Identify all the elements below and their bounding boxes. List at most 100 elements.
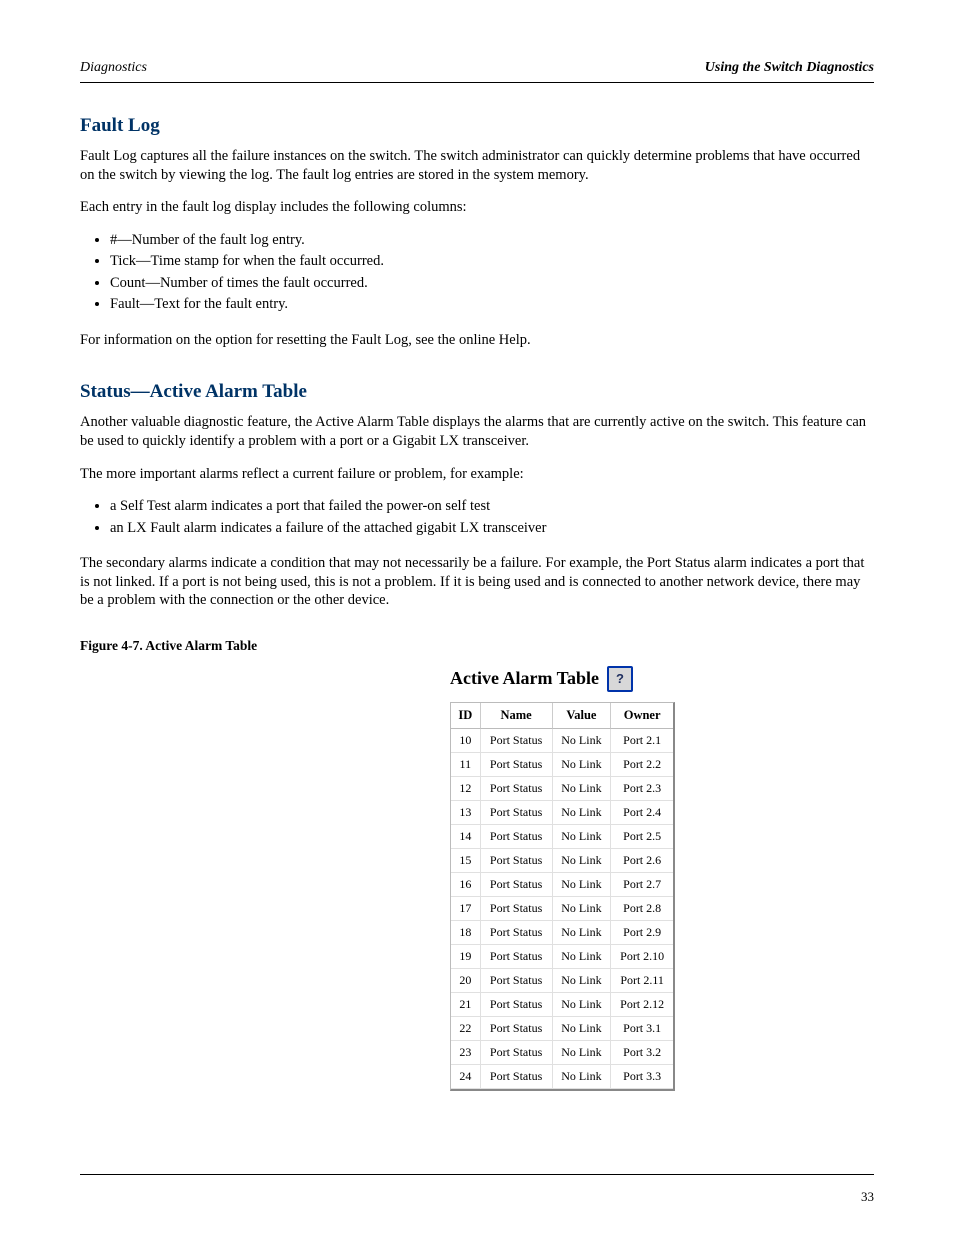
cell-owner: Port 3.2	[611, 1041, 673, 1065]
heading-fault-log: Fault Log	[80, 115, 874, 137]
cell-owner: Port 2.2	[611, 753, 673, 777]
divider-top	[80, 82, 874, 83]
cell-value: No Link	[553, 825, 612, 849]
cell-id: 20	[451, 969, 481, 993]
cell-owner: Port 2.4	[611, 801, 673, 825]
cell-id: 13	[451, 801, 481, 825]
table-row: 14Port StatusNo LinkPort 2.5	[451, 825, 673, 849]
cell-id: 22	[451, 1017, 481, 1041]
cell-value: No Link	[553, 1065, 612, 1089]
cell-name: Port Status	[481, 945, 553, 969]
heading-status-alarm: Status—Active Alarm Table	[80, 381, 874, 403]
cell-value: No Link	[553, 873, 612, 897]
cell-name: Port Status	[481, 921, 553, 945]
cell-name: Port Status	[481, 993, 553, 1017]
cell-owner: Port 2.11	[611, 969, 673, 993]
cell-value: No Link	[553, 1041, 612, 1065]
cell-owner: Port 3.3	[611, 1065, 673, 1089]
cell-value: No Link	[553, 945, 612, 969]
cell-name: Port Status	[481, 753, 553, 777]
cell-value: No Link	[553, 753, 612, 777]
list-item: #—Number of the fault log entry.	[110, 231, 874, 251]
cell-owner: Port 2.5	[611, 825, 673, 849]
fault-log-p2: Each entry in the fault log display incl…	[80, 198, 874, 217]
table-row: 13Port StatusNo LinkPort 2.4	[451, 801, 673, 825]
help-icon[interactable]: ?	[607, 666, 633, 692]
table-row: 12Port StatusNo LinkPort 2.3	[451, 777, 673, 801]
cell-name: Port Status	[481, 801, 553, 825]
header-left: Diagnostics	[80, 60, 147, 76]
cell-value: No Link	[553, 1017, 612, 1041]
cell-name: Port Status	[481, 897, 553, 921]
cell-name: Port Status	[481, 1041, 553, 1065]
cell-id: 12	[451, 777, 481, 801]
active-alarm-table: ID Name Value Owner 10Port StatusNo Link…	[450, 702, 675, 1091]
cell-id: 14	[451, 825, 481, 849]
cell-owner: Port 2.10	[611, 945, 673, 969]
cell-name: Port Status	[481, 849, 553, 873]
list-item: an LX Fault alarm indicates a failure of…	[110, 519, 874, 539]
cell-owner: Port 2.12	[611, 993, 673, 1017]
page-footer: 33	[80, 1189, 874, 1205]
cell-id: 18	[451, 921, 481, 945]
col-owner: Owner	[611, 703, 673, 729]
cell-id: 11	[451, 753, 481, 777]
cell-id: 16	[451, 873, 481, 897]
status-p2: The more important alarms reflect a curr…	[80, 465, 874, 484]
cell-owner: Port 2.3	[611, 777, 673, 801]
cell-value: No Link	[553, 921, 612, 945]
cell-name: Port Status	[481, 1065, 553, 1089]
table-header-row: ID Name Value Owner	[451, 703, 673, 729]
header-right: Using the Switch Diagnostics	[705, 60, 874, 76]
divider-bottom	[80, 1174, 874, 1175]
cell-owner: Port 2.8	[611, 897, 673, 921]
list-item: Fault—Text for the fault entry.	[110, 295, 874, 315]
list-item: Count—Number of times the fault occurred…	[110, 274, 874, 294]
cell-id: 10	[451, 729, 481, 753]
cell-owner: Port 2.7	[611, 873, 673, 897]
fault-log-p1: Fault Log captures all the failure insta…	[80, 147, 874, 184]
cell-value: No Link	[553, 897, 612, 921]
cell-id: 23	[451, 1041, 481, 1065]
cell-name: Port Status	[481, 1017, 553, 1041]
table-row: 15Port StatusNo LinkPort 2.6	[451, 849, 673, 873]
table-row: 23Port StatusNo LinkPort 3.2	[451, 1041, 673, 1065]
status-p1: Another valuable diagnostic feature, the…	[80, 413, 874, 450]
cell-owner: Port 2.6	[611, 849, 673, 873]
cell-value: No Link	[553, 993, 612, 1017]
table-row: 17Port StatusNo LinkPort 2.8	[451, 897, 673, 921]
table-row: 11Port StatusNo LinkPort 2.2	[451, 753, 673, 777]
cell-value: No Link	[553, 777, 612, 801]
cell-name: Port Status	[481, 969, 553, 993]
figure-active-alarm: Active Alarm Table ? ID Name Value Owner…	[450, 666, 690, 1091]
cell-id: 17	[451, 897, 481, 921]
page-number: 33	[861, 1189, 874, 1205]
table-row: 22Port StatusNo LinkPort 3.1	[451, 1017, 673, 1041]
cell-id: 21	[451, 993, 481, 1017]
figure-caption: Figure 4-7. Active Alarm Table	[80, 638, 874, 654]
table-row: 18Port StatusNo LinkPort 2.9	[451, 921, 673, 945]
table-row: 20Port StatusNo LinkPort 2.11	[451, 969, 673, 993]
table-row: 21Port StatusNo LinkPort 2.12	[451, 993, 673, 1017]
table-row: 19Port StatusNo LinkPort 2.10	[451, 945, 673, 969]
table-row: 24Port StatusNo LinkPort 3.3	[451, 1065, 673, 1089]
cell-name: Port Status	[481, 777, 553, 801]
table-row: 16Port StatusNo LinkPort 2.7	[451, 873, 673, 897]
cell-name: Port Status	[481, 825, 553, 849]
cell-id: 15	[451, 849, 481, 873]
cell-value: No Link	[553, 969, 612, 993]
col-value: Value	[553, 703, 612, 729]
fault-log-p3: For information on the option for resett…	[80, 331, 874, 350]
figure-title: Active Alarm Table	[450, 668, 599, 689]
cell-value: No Link	[553, 801, 612, 825]
cell-owner: Port 2.9	[611, 921, 673, 945]
cell-name: Port Status	[481, 873, 553, 897]
cell-owner: Port 2.1	[611, 729, 673, 753]
col-id: ID	[451, 703, 481, 729]
cell-name: Port Status	[481, 729, 553, 753]
cell-value: No Link	[553, 729, 612, 753]
status-bullets: a Self Test alarm indicates a port that …	[80, 497, 874, 538]
fault-log-bullets: #—Number of the fault log entry. Tick—Ti…	[80, 231, 874, 315]
cell-id: 24	[451, 1065, 481, 1089]
status-p3: The secondary alarms indicate a conditio…	[80, 554, 874, 610]
